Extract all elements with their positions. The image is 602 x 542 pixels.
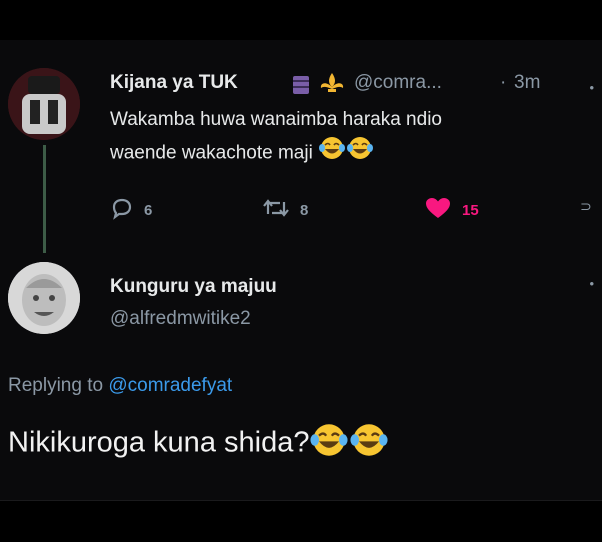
joy-emoji-icon [349,422,389,466]
joy-emoji-icon [346,136,374,171]
retweet-action[interactable]: 8 [262,196,308,224]
reply-count: 6 [144,201,153,219]
tweet-text: Wakamba huwa wanaimba haraka ndio waende… [110,104,442,171]
reply-action[interactable]: 6 [110,196,152,224]
retweet-icon [262,196,290,224]
fleur-de-lis-icon [318,71,346,102]
more-options-icon[interactable]: • [589,80,594,95]
top-black-frame [0,0,602,40]
tweet-timestamp[interactable]: 3m [514,72,540,94]
reply-author-handle[interactable]: @alfredmwitike2 [110,308,251,330]
replying-to-line: Replying to @comradefyat [8,375,232,397]
joy-emoji-icon [309,422,349,466]
time-separator: · [500,72,507,93]
tweet-author-avatar[interactable] [8,68,80,140]
heart-icon [424,196,452,224]
tweet-text-line1: Wakamba huwa wanaimba haraka ndio [110,109,442,130]
tweet-author-handle[interactable]: @comra... [354,72,442,94]
reply-more-options-icon[interactable]: • [589,276,594,291]
replying-to-handle[interactable]: @comradefyat [108,375,232,396]
like-count: 15 [462,201,479,219]
replying-to-prefix: Replying to [8,375,104,396]
thread-connector-line [43,145,46,253]
reply-text: Nikikuroga kuna shida? [8,422,389,466]
share-icon[interactable]: ⊃ [580,198,592,215]
bottom-black-frame [0,500,602,542]
retweet-count: 8 [300,201,309,219]
reply-text-content: Nikikuroga kuna shida? [8,426,310,459]
tweet-text-line2: waende wakachote maji [110,142,313,164]
reply-icon [110,196,134,224]
reply-author-name[interactable]: Kunguru ya majuu [110,276,277,298]
like-action[interactable]: 15 [424,196,479,224]
book-emoji-icon [290,74,312,101]
reply-author-avatar[interactable] [8,262,80,334]
joy-emoji-icon [318,136,346,171]
tweet-author-name[interactable]: Kijana ya TUK [110,72,238,94]
